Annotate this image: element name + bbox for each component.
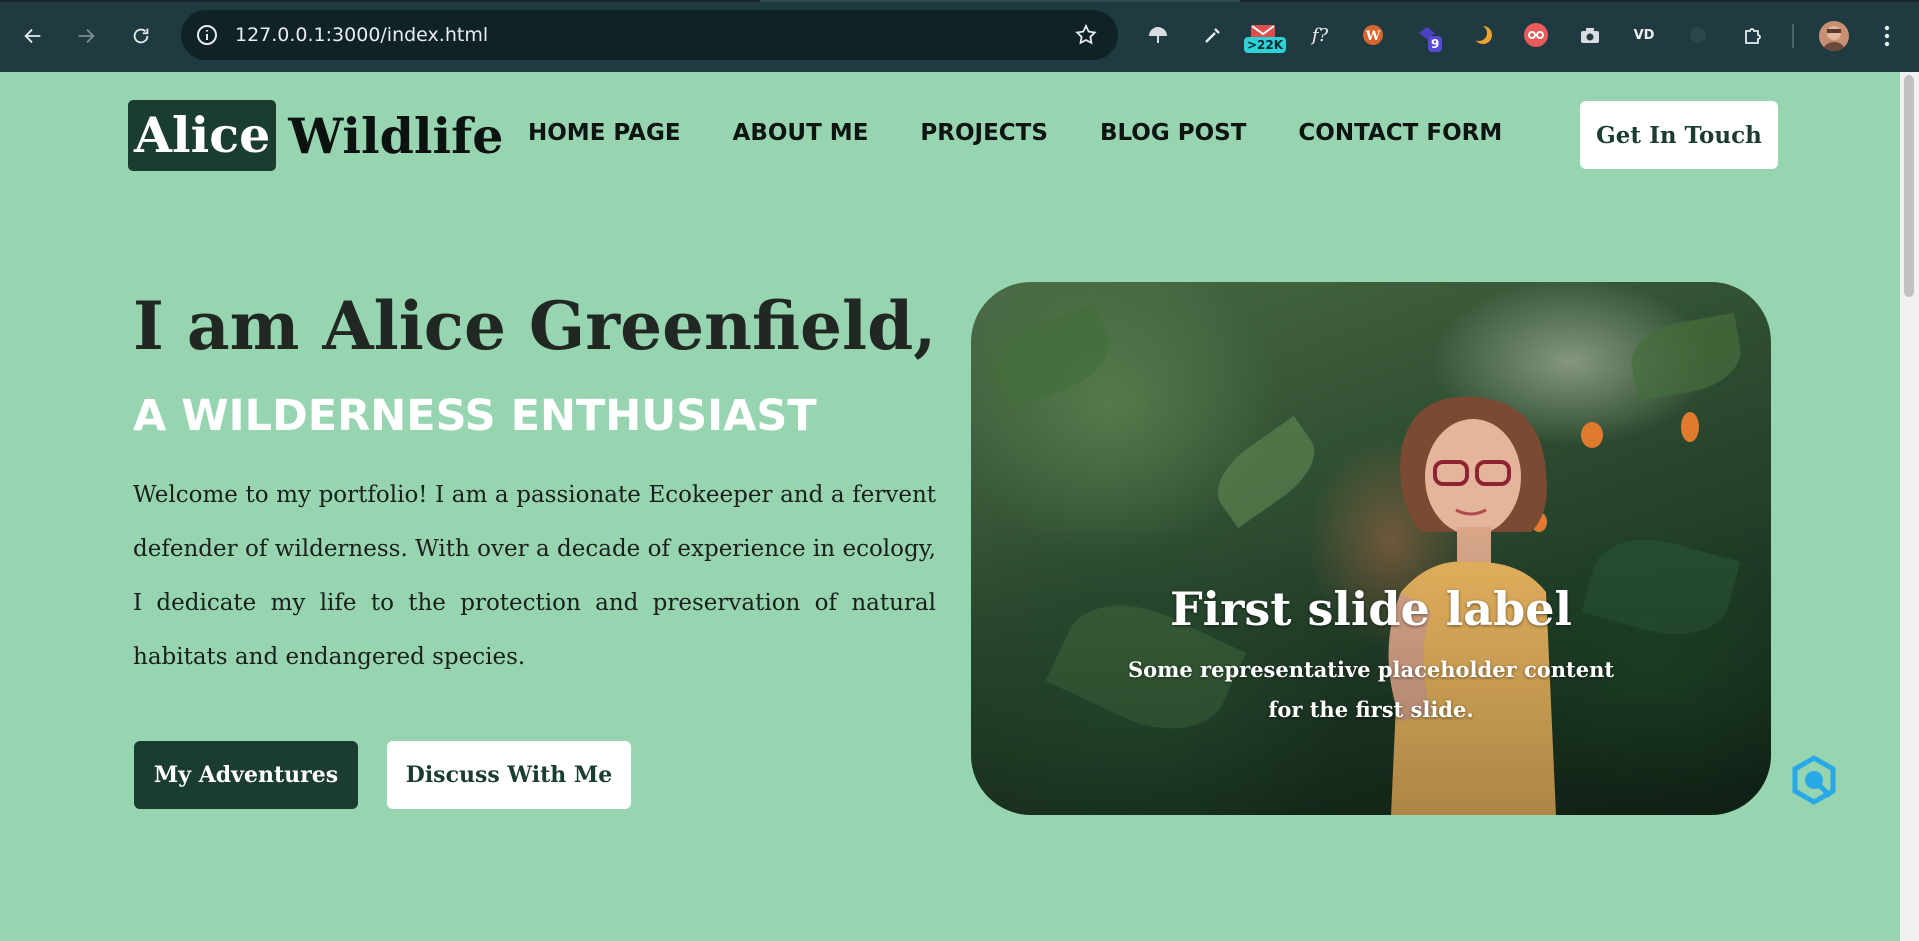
get-in-touch-button[interactable]: Get In Touch [1580, 101, 1778, 169]
assistant-launcher-icon[interactable] [1786, 752, 1842, 808]
active-tab-edge [760, 0, 1240, 2]
caption-overlay [971, 282, 1771, 815]
site-logo[interactable]: Alice Wildlife [128, 100, 503, 171]
back-button[interactable] [17, 20, 49, 52]
extension-umbrella-icon[interactable] [1145, 22, 1171, 48]
nav-about[interactable]: ABOUT ME [733, 120, 869, 146]
arrow-left-icon [24, 28, 41, 44]
nav-blog[interactable]: BLOG POST [1100, 120, 1246, 146]
mail-count-badge: >22K [1244, 37, 1287, 53]
logo-text: Wildlife [288, 106, 504, 165]
extensions-puzzle-icon[interactable] [1740, 22, 1766, 48]
kebab-menu-icon[interactable] [1880, 22, 1894, 50]
extension-puzzle-badge-icon[interactable]: 9 [1414, 22, 1443, 52]
extension-count-badge: 9 [1428, 36, 1443, 52]
extension-record-icon[interactable] [1523, 22, 1549, 48]
slide-text: Some representative placeholder content … [1127, 657, 1615, 722]
browser-toolbar: 127.0.0.1:3000/index.html >22K f? W 9 VD [0, 0, 1919, 72]
logo-highlight-text: Alice [128, 100, 277, 171]
discuss-with-me-button[interactable]: Discuss With Me [387, 741, 631, 809]
svg-text:W: W [1365, 29, 1381, 44]
nav-home[interactable]: HOME PAGE [528, 120, 681, 146]
address-bar[interactable]: 127.0.0.1:3000/index.html [181, 10, 1118, 60]
hero-title: I am Alice Greenfield, [133, 287, 937, 365]
reload-icon [133, 28, 149, 44]
hero-carousel[interactable]: First slide label Some representative pl… [971, 282, 1771, 815]
toolbar-separator [1792, 24, 1794, 48]
extension-moon-icon[interactable] [1470, 22, 1496, 48]
extension-camera-icon[interactable] [1577, 22, 1603, 48]
extension-eyedropper-icon[interactable] [1200, 22, 1226, 48]
main-navigation: HOME PAGE ABOUT ME PROJECTS BLOG POST CO… [528, 120, 1554, 146]
slide-label: First slide label [1169, 582, 1572, 636]
forward-button[interactable] [70, 20, 102, 52]
reload-button[interactable] [125, 20, 157, 52]
extension-mail-icon[interactable]: >22K [1244, 22, 1287, 53]
scrollbar-thumb[interactable] [1904, 75, 1914, 297]
my-adventures-button[interactable]: My Adventures [134, 741, 358, 809]
site-info-icon[interactable] [195, 23, 219, 47]
arrow-right-icon [78, 28, 95, 44]
url-text[interactable]: 127.0.0.1:3000/index.html [235, 22, 488, 48]
extension-faint-icon[interactable] [1685, 22, 1711, 48]
hero-subtitle: A WILDERNESS ENTHUSIAST [133, 391, 817, 441]
nav-contact[interactable]: CONTACT FORM [1298, 120, 1502, 146]
hero-intro: Welcome to my portfolio! I am a passiona… [133, 482, 936, 670]
bookmark-star-icon[interactable] [1074, 23, 1098, 47]
nav-projects[interactable]: PROJECTS [920, 120, 1048, 146]
page-scrollbar[interactable] [1900, 72, 1919, 941]
web-page: Alice Wildlife HOME PAGE ABOUT ME PROJEC… [0, 72, 1900, 941]
extension-wordpress-icon[interactable]: W [1360, 22, 1386, 48]
profile-avatar[interactable] [1819, 21, 1849, 51]
extension-font-icon[interactable]: f? [1307, 22, 1333, 48]
extension-vd-icon[interactable]: VD [1631, 22, 1657, 48]
